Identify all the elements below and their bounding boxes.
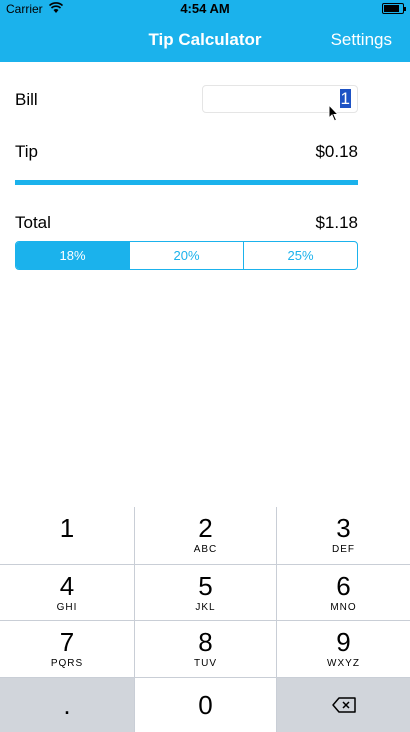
status-bar: Carrier 4:54 AM: [0, 0, 410, 18]
key-2[interactable]: 2 ABC: [135, 507, 276, 564]
key-letters: DEF: [332, 544, 355, 555]
key-0[interactable]: 0: [135, 678, 276, 732]
key-1[interactable]: 1: [0, 507, 134, 564]
tip-progress-bar: [15, 180, 358, 185]
key-letters: GHI: [56, 602, 78, 613]
tip-amount: $0.18: [315, 142, 358, 161]
bill-input-value: 1: [339, 89, 351, 108]
settings-button[interactable]: Settings: [331, 30, 392, 50]
key-4[interactable]: 4 GHI: [0, 565, 134, 620]
mouse-pointer-icon: [328, 104, 340, 122]
key-8[interactable]: 8 TUV: [135, 621, 276, 677]
battery-icon: [382, 3, 406, 14]
key-letters: JKL: [195, 602, 216, 613]
tip-percentage-control: 18% 20% 25%: [15, 241, 358, 270]
key-letters: PQRS: [50, 658, 84, 669]
key-digit: 4: [59, 571, 75, 601]
key-5[interactable]: 5 JKL: [135, 565, 276, 620]
backspace-icon: [331, 697, 356, 713]
key-digit: 7: [59, 627, 75, 657]
key-9[interactable]: 9 WXYZ: [277, 621, 410, 677]
key-letters: WXYZ: [327, 658, 360, 669]
key-digit: 2: [198, 513, 213, 543]
clock: 4:54 AM: [180, 1, 230, 16]
tip-option-18[interactable]: 18%: [16, 242, 129, 269]
key-digit: 5: [198, 571, 213, 601]
total-amount: $1.18: [315, 213, 358, 232]
tip-label: Tip: [15, 142, 38, 161]
navigation-bar: Tip Calculator Settings: [0, 18, 410, 62]
key-letters: TUV: [194, 658, 217, 669]
key-digit: 6: [336, 571, 351, 601]
key-digit: 8: [198, 627, 213, 657]
key-3[interactable]: 3 DEF: [277, 507, 410, 564]
bill-label: Bill: [15, 90, 38, 109]
total-label: Total: [15, 213, 51, 232]
tip-progress-fill: [15, 180, 358, 185]
key-6[interactable]: 6 MNO: [277, 565, 410, 620]
key-digit: 1: [59, 513, 75, 543]
tip-option-20[interactable]: 20%: [129, 242, 243, 269]
number-keypad: 1 2 ABC 3 DEF 4 GHI 5 JKL 6 MNO 7 PQRS 8…: [0, 507, 410, 732]
key-letters: MNO: [330, 602, 357, 613]
key-7[interactable]: 7 PQRS: [0, 621, 134, 677]
key-digit: 9: [336, 627, 351, 657]
key-digit: 0: [198, 690, 213, 720]
key-letters: ABC: [193, 544, 218, 555]
key-digit: .: [63, 690, 71, 720]
backspace-key[interactable]: [277, 678, 410, 732]
tip-option-25[interactable]: 25%: [243, 242, 357, 269]
key-decimal[interactable]: .: [0, 678, 134, 732]
key-digit: 3: [336, 513, 351, 543]
